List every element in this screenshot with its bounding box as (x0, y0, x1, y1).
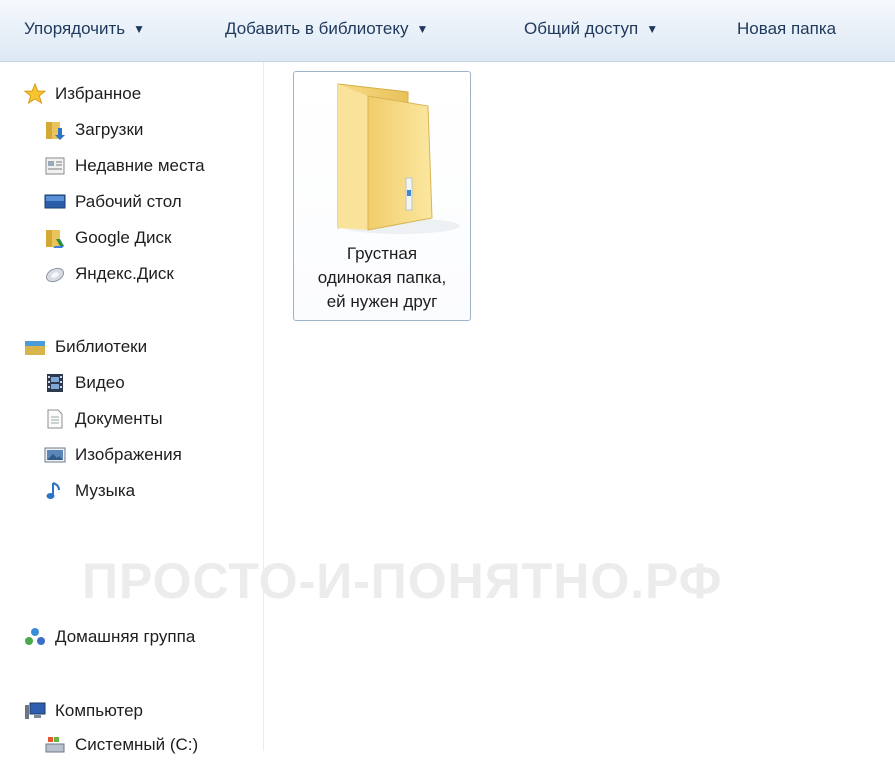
nav-item-label: Загрузки (75, 120, 144, 139)
nav-item-label: Google Диск (75, 228, 172, 247)
folder-name-line: ей нужен друг (326, 292, 438, 311)
nav-favorites-label: Избранное (55, 84, 142, 103)
drive-icon (44, 734, 66, 756)
add-to-library-label: Добавить в библиотеку (225, 19, 409, 38)
nav-item-label: Системный (C:) (75, 735, 199, 754)
google-drive-folder-icon (44, 227, 66, 249)
nav-item-downloads[interactable]: Загрузки (44, 115, 143, 145)
nav-item-label: Изображения (75, 445, 182, 464)
documents-icon (44, 408, 66, 430)
nav-item-label: Яндекс.Диск (75, 264, 174, 283)
command-bar: Упорядочить ▼ Добавить в библиотеку ▼ Общи… (0, 0, 895, 62)
share-button[interactable]: Общий доступ ▼ (524, 19, 658, 39)
organize-button[interactable]: Упорядочить ▼ (24, 19, 145, 39)
folder-name: Грустная одинокая папка, ей нужен друг (294, 242, 470, 314)
nav-item-video[interactable]: Видео (44, 368, 125, 398)
nav-libraries[interactable]: Библиотеки (24, 332, 147, 362)
nav-favorites[interactable]: Избранное (23, 79, 142, 109)
add-to-library-button[interactable]: Добавить в библиотеку ▼ (225, 19, 428, 39)
nav-item-music[interactable]: Музыка (44, 476, 135, 506)
share-label: Общий доступ (524, 19, 639, 38)
folder-name-line: одинокая папка, (317, 268, 447, 287)
recent-places-icon (44, 155, 66, 177)
pictures-icon (44, 444, 66, 466)
nav-item-google-drive[interactable]: Google Диск (44, 223, 172, 253)
nav-homegroup[interactable]: Домашняя группа (24, 622, 195, 652)
new-folder-button[interactable]: Новая папка (737, 19, 836, 39)
nav-item-label: Видео (75, 373, 125, 392)
chevron-down-icon: ▼ (133, 22, 146, 36)
watermark: ПРОСТО-И-ПОНЯТНО.РФ (82, 553, 723, 609)
folder-item[interactable]: Грустная одинокая папка, ей нужен друг (293, 71, 471, 321)
chevron-down-icon: ▼ (646, 22, 659, 36)
nav-item-yandex-disk[interactable]: Яндекс.Диск (44, 259, 174, 289)
nav-item-label: Рабочий стол (75, 192, 182, 211)
nav-computer-label: Компьютер (55, 701, 143, 720)
folder-name-line: Грустная (346, 244, 418, 263)
nav-homegroup-label: Домашняя группа (55, 627, 196, 646)
navigation-pane: Избранное Загрузки Недавние места Рабочи… (0, 62, 264, 754)
nav-item-label: Музыка (75, 481, 136, 500)
star-icon (23, 82, 47, 105)
yandex-disk-icon (44, 263, 66, 285)
nav-item-label: Документы (75, 409, 163, 428)
nav-computer[interactable]: Компьютер (24, 696, 143, 726)
homegroup-icon (24, 626, 46, 648)
chevron-down-icon: ▼ (416, 22, 429, 36)
computer-icon (24, 700, 46, 722)
nav-item-label: Недавние места (75, 156, 205, 175)
nav-item-recent-places[interactable]: Недавние места (44, 151, 205, 181)
downloads-folder-icon (44, 119, 66, 141)
desktop-icon (44, 191, 66, 213)
nav-item-documents[interactable]: Документы (44, 404, 163, 434)
nav-libraries-label: Библиотеки (55, 337, 148, 356)
nav-item-desktop[interactable]: Рабочий стол (44, 187, 182, 217)
nav-item-pictures[interactable]: Изображения (44, 440, 182, 470)
organize-label: Упорядочить (24, 19, 126, 38)
folder-icon (310, 78, 460, 243)
nav-item-system-drive[interactable]: Системный (C:) (44, 730, 198, 760)
music-note-icon (44, 480, 66, 502)
video-icon (44, 372, 66, 394)
libraries-icon (24, 336, 46, 358)
file-list-pane[interactable]: Грустная одинокая папка, ей нужен друг (265, 62, 895, 751)
new-folder-label: Новая папка (737, 19, 837, 38)
